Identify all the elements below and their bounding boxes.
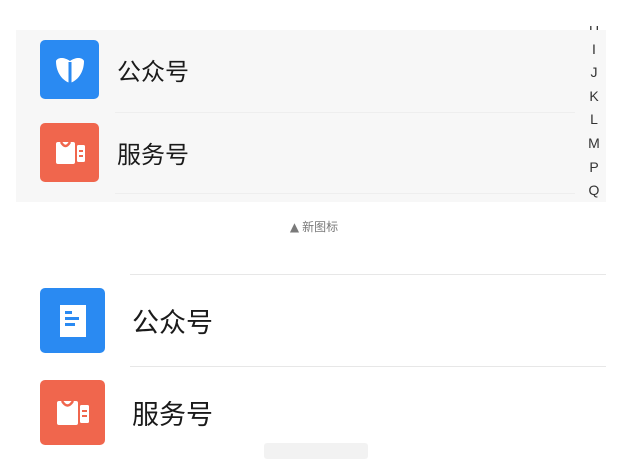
caption-text: 新图标 (302, 220, 339, 234)
list-divider (115, 112, 575, 113)
service-account-label: 服务号 (132, 400, 213, 431)
alphabet-index-bar[interactable]: H I J K L M P Q (582, 26, 606, 202)
index-letter[interactable]: H (582, 26, 606, 38)
index-letter[interactable]: M (582, 132, 606, 156)
index-letter[interactable]: J (582, 61, 606, 85)
figure-caption: ▲ 新图标 (0, 218, 628, 235)
list-item-public-account-old[interactable]: 公众号 (40, 288, 213, 353)
index-letter[interactable]: K (582, 85, 606, 109)
list-item-service-account-old[interactable]: 服务号 (40, 380, 213, 445)
service-account-bag-icon (40, 380, 105, 445)
public-account-document-icon (40, 288, 105, 353)
list-item-public-account-new[interactable]: 公众号 (40, 40, 189, 99)
public-account-label: 公众号 (117, 58, 189, 86)
list-item-service-account-new[interactable]: 服务号 (40, 123, 189, 182)
public-account-label: 公众号 (132, 308, 213, 339)
list-divider (130, 274, 606, 275)
public-account-leaf-icon (40, 40, 99, 99)
service-account-bag-icon (40, 123, 99, 182)
caption-triangle-icon: ▲ (289, 220, 300, 234)
index-letter[interactable]: Q (582, 179, 606, 202)
index-letter[interactable]: P (582, 156, 606, 180)
list-divider (130, 366, 606, 367)
index-letter[interactable]: I (582, 38, 606, 62)
list-divider (115, 193, 575, 194)
watermark (264, 443, 368, 459)
service-account-label: 服务号 (117, 141, 189, 169)
index-letter[interactable]: L (582, 108, 606, 132)
